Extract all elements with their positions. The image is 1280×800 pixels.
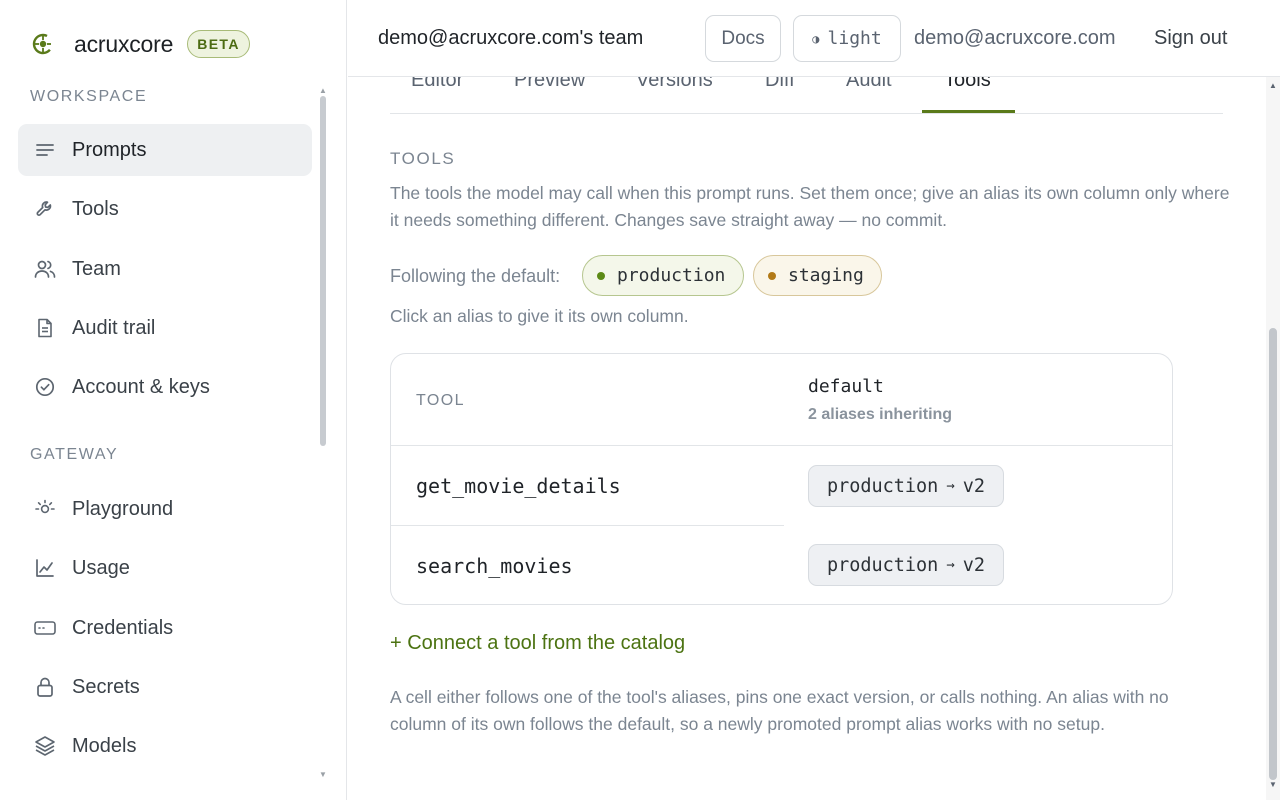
users-icon — [34, 258, 56, 280]
sidebar-item-label: Prompts — [72, 138, 147, 161]
docs-button[interactable]: Docs — [705, 15, 781, 62]
tool-name: get_movie_details — [416, 474, 621, 498]
sidebar-item-usage[interactable]: Usage — [18, 542, 312, 594]
sidebar-item-label: Playground — [72, 497, 174, 520]
sidebar-item-label: Models — [72, 734, 137, 757]
sun-icon — [34, 498, 56, 520]
wrench-icon — [34, 198, 56, 220]
document-icon — [34, 317, 56, 339]
column-header-tool: TOOL — [416, 392, 465, 409]
sidebar-item-label: Tools — [72, 197, 119, 220]
alias-name: production — [617, 265, 726, 286]
user-email: demo@acruxcore.com — [914, 27, 1116, 49]
sidebar-item-audit-trail[interactable]: Audit trail — [18, 302, 312, 354]
card-icon — [34, 617, 56, 639]
check-circle-icon — [34, 376, 56, 398]
theme-label: light — [827, 28, 882, 49]
active-tab-indicator — [922, 110, 1015, 113]
team-name[interactable]: demo@acruxcore.com's team — [378, 27, 643, 50]
prompt-tabs: Editor Preview Versions Diff Audit Tools — [390, 77, 1223, 114]
tab-diff[interactable]: Diff — [765, 77, 795, 92]
cell-alias: production — [826, 475, 939, 497]
cell-version: v2 — [962, 554, 986, 576]
arrow-right-icon: → — [946, 478, 955, 494]
divider — [391, 604, 784, 605]
sidebar-item-models[interactable]: Models — [18, 720, 312, 772]
alias-name: staging — [788, 265, 864, 286]
tool-name: search_movies — [416, 554, 573, 578]
section-description: The tools the model may call when this p… — [390, 183, 1230, 230]
scroll-up-arrow[interactable]: ▲ — [1269, 81, 1277, 90]
alias-cell[interactable]: production → v2 — [808, 465, 1004, 507]
section-heading: TOOLS — [390, 149, 456, 168]
column-subheader: 2 aliases inheriting — [808, 406, 953, 423]
sidebar-item-account-keys[interactable]: Account & keys — [18, 361, 312, 413]
scroll-down-arrow[interactable]: ▼ — [319, 770, 327, 779]
tab-tools[interactable]: Tools — [944, 77, 991, 92]
beta-badge: BETA — [187, 30, 250, 58]
main-content: Editor Preview Versions Diff Audit Tools… — [348, 77, 1266, 800]
status-dot — [597, 271, 605, 280]
layers-icon — [34, 735, 56, 757]
cell-alias: production — [826, 554, 939, 576]
section-label-workspace: WORKSPACE — [30, 88, 148, 105]
lock-icon — [34, 676, 56, 698]
tab-preview[interactable]: Preview — [514, 77, 585, 92]
sidebar-item-label: Account & keys — [72, 375, 210, 398]
sidebar-item-team[interactable]: Team — [18, 243, 312, 295]
following-default-label: Following the default: — [390, 266, 561, 286]
chart-line-icon — [34, 557, 56, 579]
connect-tool-link[interactable]: + Connect a tool from the catalog — [390, 632, 685, 655]
top-bar: demo@acruxcore.com's team Docs ◑ light d… — [348, 0, 1280, 77]
sidebar-item-prompts[interactable]: Prompts — [18, 124, 312, 176]
scrollbar-thumb[interactable] — [1269, 328, 1277, 780]
divider — [391, 445, 1172, 446]
alias-hint: Click an alias to give it its own column… — [390, 306, 689, 326]
scroll-down-arrow[interactable]: ▼ — [1269, 780, 1277, 789]
brand[interactable]: acruxcore BETA — [30, 28, 250, 60]
tab-editor[interactable]: Editor — [411, 77, 463, 92]
sidebar-item-credentials[interactable]: Credentials — [18, 602, 312, 654]
sidebar-item-playground[interactable]: Playground — [18, 483, 312, 535]
sidebar-item-label: Team — [72, 257, 121, 280]
tools-table: TOOL default 2 aliases inheriting get_mo… — [390, 353, 1173, 605]
scroll-up-arrow[interactable]: ▲ — [319, 86, 327, 95]
status-dot — [768, 271, 776, 280]
tab-audit[interactable]: Audit — [846, 77, 892, 92]
half-moon-icon: ◑ — [812, 31, 820, 46]
sign-out-button[interactable]: Sign out — [1154, 27, 1227, 50]
sidebar-item-label: Secrets — [72, 675, 140, 698]
main-scrollbar[interactable]: ▲ ▼ — [1266, 77, 1280, 800]
sidebar-scrollbar[interactable] — [320, 96, 326, 446]
alias-cell[interactable]: production → v2 — [808, 544, 1004, 586]
arrow-right-icon: → — [946, 557, 955, 573]
tab-versions[interactable]: Versions — [636, 77, 713, 92]
alias-pill-production[interactable]: production — [582, 255, 744, 296]
sidebar-item-secrets[interactable]: Secrets — [18, 661, 312, 713]
brand-name: acruxcore — [74, 30, 174, 57]
list-icon — [34, 139, 56, 161]
divider — [391, 525, 784, 526]
theme-toggle-button[interactable]: ◑ light — [793, 15, 901, 62]
sidebar: acruxcore BETA ▲ WORKSPACE Prompts Tools… — [0, 0, 347, 800]
sidebar-item-tools[interactable]: Tools — [18, 183, 312, 235]
column-header-default: default — [808, 376, 884, 397]
sidebar-item-label: Usage — [72, 556, 130, 579]
cell-version: v2 — [962, 475, 986, 497]
section-label-gateway: GATEWAY — [30, 446, 119, 463]
footnote: A cell either follows one of the tool's … — [390, 687, 1169, 734]
logo-icon — [32, 33, 54, 55]
sidebar-item-label: Audit trail — [72, 316, 156, 339]
sidebar-item-label: Credentials — [72, 616, 174, 639]
alias-pill-staging[interactable]: staging — [753, 255, 882, 296]
